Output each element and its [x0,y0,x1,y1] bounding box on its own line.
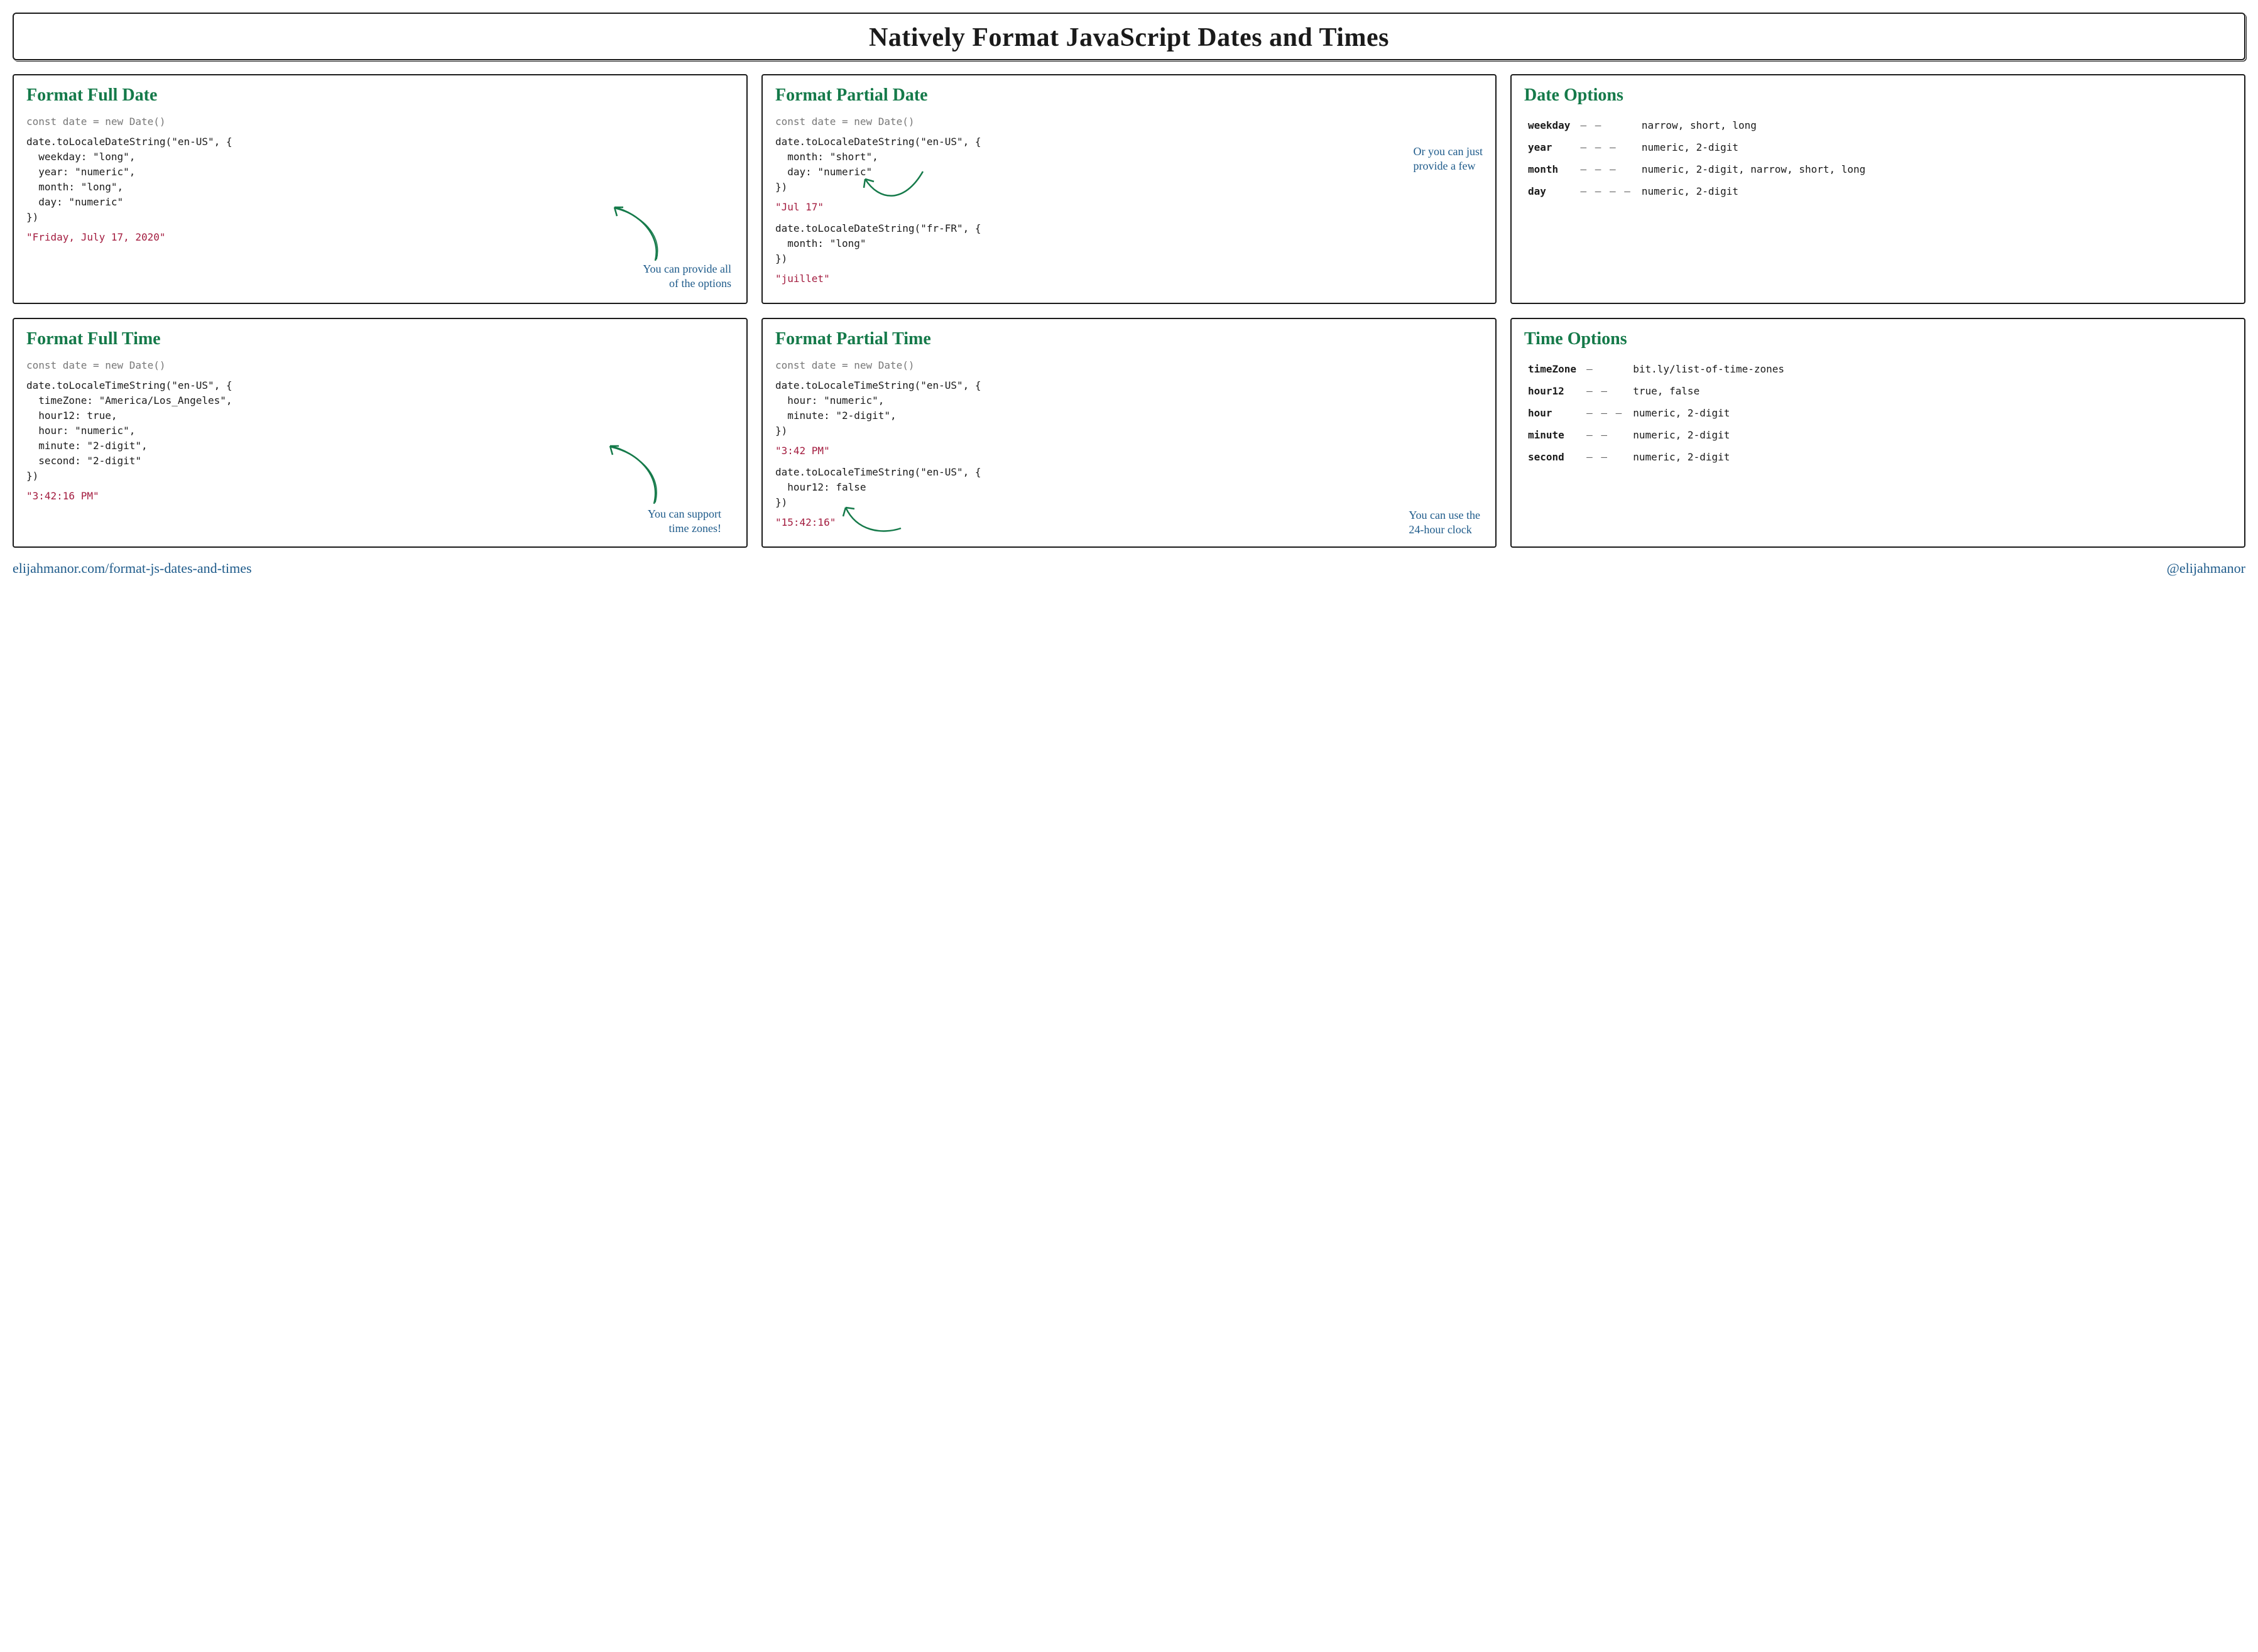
footer-url: elijahmanor.com/format-js-dates-and-time… [13,560,252,577]
code-result: "Friday, July 17, 2020" [26,230,734,245]
option-row: day— — — —numeric, 2-digit [1524,180,2232,202]
card-date-options: Date Options weekday— —narrow, short, lo… [1510,74,2245,304]
card-heading: Time Options [1524,329,2232,349]
title-banner: Natively Format JavaScript Dates and Tim… [13,13,2245,60]
code-const: const date = new Date() [26,114,734,129]
code-block: date.toLocaleTimeString("en-US", { hour:… [775,378,1483,438]
code-result: "3:42 PM" [775,443,1483,459]
option-values: numeric, 2-digit [1638,136,2232,158]
option-values: numeric, 2-digit [1629,446,2232,468]
code-block: date.toLocaleTimeString("en-US", { timeZ… [26,378,734,484]
option-key: month [1524,158,1574,180]
card-heading: Date Options [1524,85,2232,106]
code-result: "15:42:16" [775,515,1483,530]
code-block: date.toLocaleDateString("fr-FR", { month… [775,221,1483,266]
option-dash: — — — [1574,158,1637,180]
option-row: minute— —numeric, 2-digit [1524,424,2232,446]
card-heading: Format Full Date [26,85,734,106]
option-key: year [1524,136,1574,158]
options-body: timeZone—bit.ly/list-of-time-zoneshour12… [1524,358,2232,468]
option-dash: — — [1580,446,1629,468]
option-values: narrow, short, long [1638,114,2232,136]
page-title: Natively Format JavaScript Dates and Tim… [29,23,2229,53]
option-values: numeric, 2-digit [1629,424,2232,446]
code-const: const date = new Date() [26,358,734,373]
card-format-full-date: Format Full Date const date = new Date()… [13,74,748,304]
option-dash: — — — [1574,136,1637,158]
option-values: numeric, 2-digit [1638,180,2232,202]
option-key: day [1524,180,1574,202]
code-result: "Jul 17" [775,200,1483,215]
code-block: date.toLocaleTimeString("en-US", { hour1… [775,465,1483,510]
options-body: weekday— —narrow, short, longyear— — —nu… [1524,114,2232,202]
annotation: You can support time zones! [648,507,721,535]
option-row: weekday— —narrow, short, long [1524,114,2232,136]
code-const: const date = new Date() [775,358,1483,373]
card-heading: Format Partial Time [775,329,1483,349]
option-dash: — — — — [1574,180,1637,202]
option-dash: — [1580,358,1629,380]
card-grid: Format Full Date const date = new Date()… [13,74,2245,548]
option-key: hour12 [1524,380,1580,402]
card-format-full-time: Format Full Time const date = new Date()… [13,318,748,548]
option-dash: — — [1574,114,1637,136]
footer: elijahmanor.com/format-js-dates-and-time… [13,560,2245,577]
code-block: date.toLocaleDateString("en-US", { weekd… [26,134,734,225]
options-table: timeZone—bit.ly/list-of-time-zoneshour12… [1524,358,2232,468]
option-values: numeric, 2-digit [1629,402,2232,424]
card-format-partial-time: Format Partial Time const date = new Dat… [761,318,1497,548]
code-const: const date = new Date() [775,114,1483,129]
option-values: bit.ly/list-of-time-zones [1629,358,2232,380]
option-key: timeZone [1524,358,1580,380]
option-row: second— —numeric, 2-digit [1524,446,2232,468]
card-heading: Format Full Time [26,329,734,349]
code-result: "juillet" [775,271,1483,286]
option-row: hour12— —true, false [1524,380,2232,402]
option-key: minute [1524,424,1580,446]
option-dash: — — [1580,380,1629,402]
option-row: year— — —numeric, 2-digit [1524,136,2232,158]
option-row: timeZone—bit.ly/list-of-time-zones [1524,358,2232,380]
option-values: true, false [1629,380,2232,402]
option-key: weekday [1524,114,1574,136]
option-key: second [1524,446,1580,468]
card-time-options: Time Options timeZone—bit.ly/list-of-tim… [1510,318,2245,548]
footer-handle: @elijahmanor [2167,560,2245,577]
card-format-partial-date: Format Partial Date const date = new Dat… [761,74,1497,304]
annotation: You can provide all of the options [643,262,731,290]
code-result: "3:42:16 PM" [26,489,734,504]
option-row: month— — —numeric, 2-digit, narrow, shor… [1524,158,2232,180]
option-key: hour [1524,402,1580,424]
option-values: numeric, 2-digit, narrow, short, long [1638,158,2232,180]
code-block: date.toLocaleDateString("en-US", { month… [775,134,1483,195]
option-dash: — — [1580,424,1629,446]
card-heading: Format Partial Date [775,85,1483,106]
option-row: hour— — —numeric, 2-digit [1524,402,2232,424]
options-table: weekday— —narrow, short, longyear— — —nu… [1524,114,2232,202]
option-dash: — — — [1580,402,1629,424]
